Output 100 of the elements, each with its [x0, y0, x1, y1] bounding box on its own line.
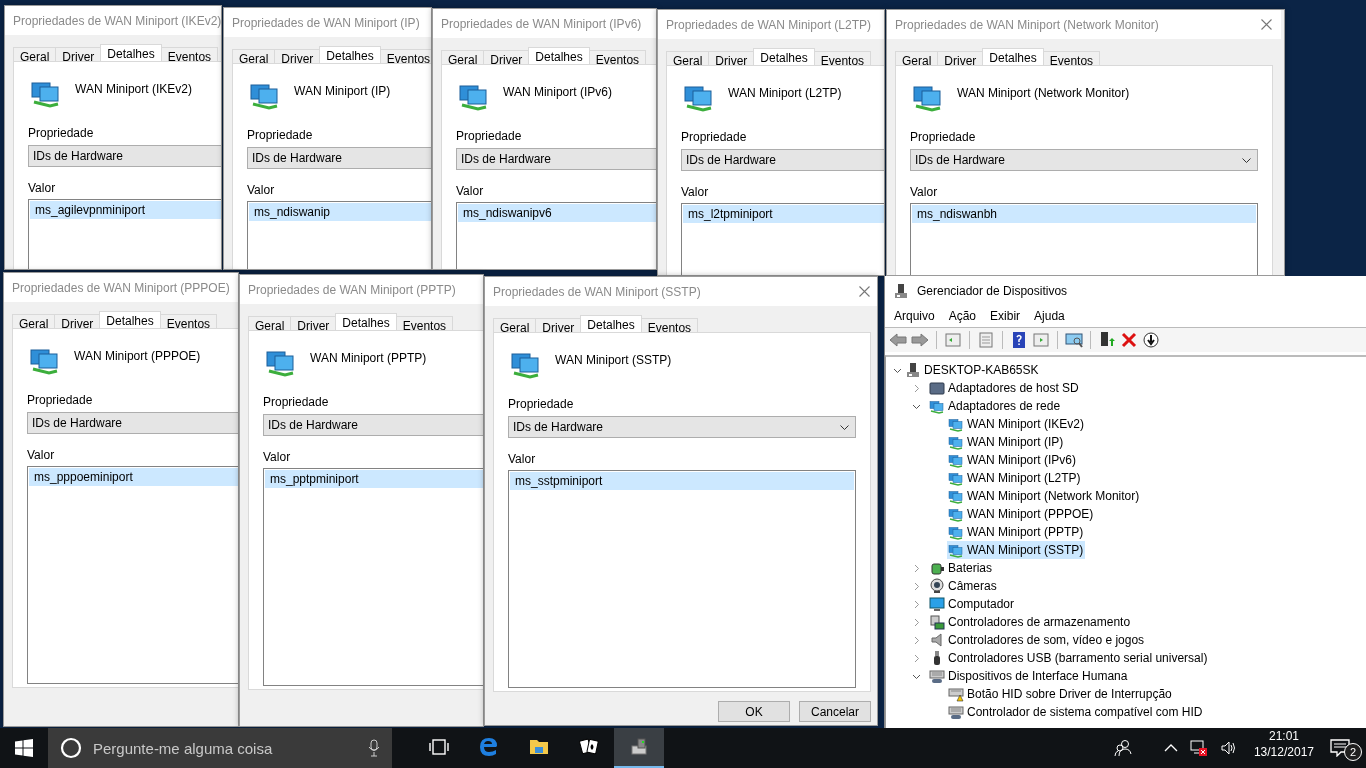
tab[interactable]: Geral — [12, 314, 56, 328]
speaker-icon[interactable] — [1219, 739, 1238, 757]
window-title: Propriedades de WAN Miniport (PPPOE) — [12, 280, 230, 295]
tree-item[interactable]: Controladores USB (barramento serial universal) — [928, 649, 1210, 667]
list-item[interactable]: ms_ndiswanipv6 — [458, 204, 656, 222]
warning-keyboard-icon — [948, 686, 964, 702]
tab[interactable]: Driver — [535, 318, 582, 332]
tree-item[interactable]: Adaptadores de host SD — [928, 379, 1081, 397]
dialog-button[interactable]: OK — [718, 701, 790, 722]
tab[interactable]: Detalhes — [335, 313, 397, 330]
search-box[interactable]: Pergunte-me alguma coisa — [48, 728, 392, 768]
tree-item[interactable]: Adaptadores de rede — [928, 397, 1063, 415]
device-name: WAN Miniport (L2TP) — [728, 86, 842, 100]
tab[interactable]: Detalhes — [753, 48, 815, 65]
tree-item[interactable]: Botão HID sobre Driver de Interrupção — [947, 685, 1174, 703]
taskbar-button[interactable] — [614, 728, 664, 768]
menu-item[interactable]: Exibir — [983, 307, 1028, 325]
tab[interactable]: Driver — [708, 51, 755, 65]
tab[interactable]: Driver — [55, 47, 102, 61]
tab[interactable]: Driver — [937, 51, 984, 65]
update-driver-icon[interactable] — [1098, 331, 1116, 349]
close-icon[interactable] — [1261, 19, 1272, 30]
network-disconnected-icon[interactable] — [1189, 739, 1208, 757]
property-dropdown[interactable]: IDs de Hardware — [247, 147, 431, 169]
tab[interactable]: Eventos — [813, 51, 872, 65]
tree-item[interactable]: WAN Miniport (IKEv2) — [947, 415, 1086, 433]
list-item[interactable]: ms_pppoeminiport — [29, 468, 238, 486]
download-icon[interactable] — [1142, 331, 1160, 349]
tab[interactable]: Detalhes — [580, 315, 642, 332]
tab[interactable]: Driver — [54, 314, 101, 328]
tab[interactable]: Detalhes — [100, 44, 162, 61]
tree-item[interactable]: Controladores de som, vídeo e jogos — [928, 631, 1147, 649]
property-dropdown[interactable]: IDs de Hardware — [508, 416, 856, 438]
tab[interactable]: Detalhes — [528, 47, 590, 64]
tab[interactable]: Eventos — [1042, 51, 1101, 65]
chevron-up-icon[interactable] — [1163, 744, 1178, 752]
tree-item[interactable]: WAN Miniport (PPPOE) — [947, 505, 1096, 523]
panel-icon[interactable] — [944, 331, 962, 349]
scan-monitor-icon[interactable] — [1065, 331, 1083, 349]
microphone-icon[interactable] — [368, 739, 380, 757]
tree-item[interactable]: Dispositivos de Interface Humana — [928, 667, 1130, 685]
menu-item[interactable]: Arquivo — [887, 307, 942, 325]
menu-item[interactable]: Ação — [941, 307, 984, 325]
list-item[interactable]: ms_ndiswanbh — [912, 205, 1256, 223]
property-dropdown[interactable]: IDs de Hardware — [910, 149, 1258, 171]
dialog-button[interactable]: Cancelar — [799, 701, 871, 722]
search-field[interactable]: Pergunte-me alguma coisa — [91, 738, 359, 758]
forward-arrow-icon[interactable] — [911, 331, 929, 349]
property-dropdown[interactable]: IDs de Hardware — [28, 145, 221, 167]
help-icon[interactable] — [1010, 331, 1028, 349]
tab[interactable]: Driver — [290, 316, 337, 330]
tree-item[interactable]: Controladores de armazenamento — [928, 613, 1133, 631]
tab[interactable]: Detalhes — [319, 46, 381, 63]
list-item[interactable]: ms_agilevpnminiport — [30, 201, 221, 219]
windows-logo-icon[interactable] — [15, 739, 33, 757]
tree-item[interactable]: Câmeras — [928, 577, 999, 595]
clock[interactable]: 21:01 13/12/2017 — [1253, 728, 1314, 768]
tab[interactable]: Detalhes — [982, 48, 1044, 65]
tab[interactable]: Geral — [248, 316, 292, 330]
list-item[interactable]: ms_sstpminiport — [510, 472, 854, 490]
property-dropdown[interactable]: IDs de Hardware — [456, 148, 656, 170]
property-dropdown[interactable]: IDs de Hardware — [681, 149, 884, 171]
property-dropdown[interactable]: IDs de Hardware — [263, 414, 483, 436]
tab[interactable]: Driver — [274, 49, 321, 63]
tab[interactable]: Eventos — [379, 49, 431, 63]
tree-item[interactable]: Controlador de sistema compatível com HID — [947, 703, 1205, 721]
tree-item[interactable]: WAN Miniport (SSTP) — [947, 541, 1086, 559]
tab[interactable]: Driver — [483, 50, 530, 64]
tab[interactable]: Eventos — [395, 316, 454, 330]
tree-item[interactable]: WAN Miniport (L2TP) — [947, 469, 1083, 487]
network-adapter-icon — [948, 542, 964, 558]
tab[interactable]: Geral — [895, 51, 939, 65]
tree-item[interactable]: WAN Miniport (Network Monitor) — [947, 487, 1142, 505]
close-icon[interactable] — [859, 286, 870, 297]
webcam-icon — [929, 578, 945, 594]
menu-item[interactable]: Ajuda — [1027, 307, 1072, 325]
tree-item[interactable]: WAN Miniport (PPTP) — [947, 523, 1086, 541]
tab[interactable]: Geral — [493, 318, 537, 332]
delete-icon[interactable] — [1120, 331, 1138, 349]
tab[interactable]: Geral — [232, 49, 276, 63]
tab[interactable]: Eventos — [160, 47, 219, 61]
tab[interactable]: Geral — [666, 51, 710, 65]
tab[interactable]: Eventos — [159, 314, 218, 328]
list-item[interactable]: ms_l2tpminiport — [683, 205, 884, 223]
tree-item[interactable]: WAN Miniport (IPv6) — [947, 451, 1078, 469]
tree-item[interactable]: Baterias — [928, 559, 995, 577]
list-item[interactable]: ms_pptpminiport — [265, 470, 483, 488]
tree-item[interactable]: WAN Miniport (IP) — [947, 433, 1066, 451]
tree-item[interactable]: DESKTOP-KAB65SK — [904, 361, 1041, 379]
tab[interactable]: Eventos — [588, 50, 647, 64]
notification-icon[interactable] — [1330, 739, 1350, 757]
tree-item[interactable]: Computador — [928, 595, 1017, 613]
tab[interactable]: Detalhes — [99, 311, 161, 328]
people-icon[interactable] — [1113, 739, 1132, 757]
property-dropdown[interactable]: IDs de Hardware — [27, 412, 238, 434]
back-arrow-icon[interactable] — [889, 331, 907, 349]
list-item[interactable]: ms_ndiswanip — [249, 203, 431, 221]
tab[interactable]: Geral — [441, 50, 485, 64]
tab[interactable]: Eventos — [640, 318, 699, 332]
tab[interactable]: Geral — [13, 47, 57, 61]
